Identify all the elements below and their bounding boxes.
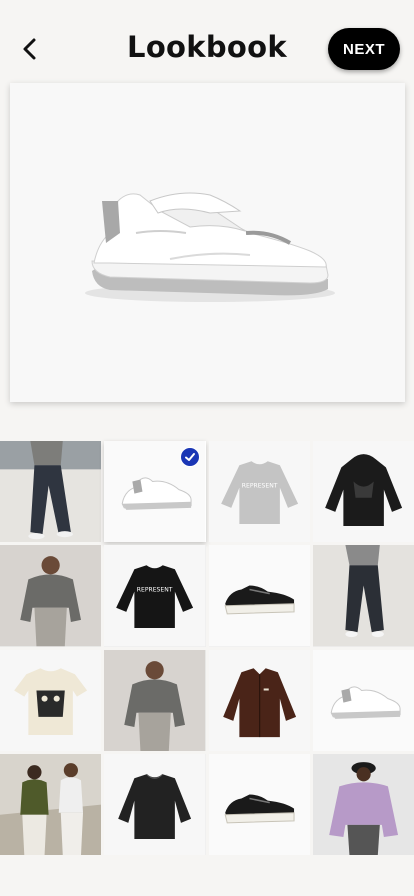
black-knit-sweater-image: [104, 753, 206, 855]
white-sneaker-image: [85, 192, 335, 302]
cream-graphic-tee-image: [0, 649, 102, 751]
black-sneaker-image: [208, 545, 310, 647]
grid-tile-person-jeans-photo[interactable]: [0, 441, 102, 543]
black-hoodie-image: [312, 441, 414, 543]
selected-item-preview: [10, 83, 405, 402]
person-jeans-photo-image: [0, 441, 102, 543]
svg-text:REPRESENT: REPRESENT: [137, 587, 173, 594]
grid-tile-person-grey-sweatshirt-photo[interactable]: [104, 649, 206, 751]
grid-tile-black-sneaker[interactable]: [208, 753, 310, 855]
black-sweater-image: REPRESENT: [104, 545, 206, 647]
lookbook-grid: REPRESENT REPRESENT: [0, 441, 414, 855]
grid-tile-black-hoodie[interactable]: [312, 441, 414, 543]
selected-check-icon: [179, 447, 200, 467]
brown-jacket-image: [208, 649, 310, 751]
grid-tile-brown-jacket[interactable]: [208, 649, 310, 751]
grid-tile-black-sneaker[interactable]: [208, 545, 310, 647]
chevron-left-icon: [23, 38, 36, 60]
grid-tile-white-sneaker[interactable]: [104, 441, 206, 543]
black-sneaker-image: [208, 753, 310, 855]
person-grey-sweatshirt-photo-image: [0, 545, 102, 647]
grid-tile-cream-graphic-tee[interactable]: [0, 649, 102, 751]
grid-tile-person-purple-jacket-photo[interactable]: [312, 753, 414, 855]
person-dark-jeans-photo-image: [312, 545, 414, 647]
grid-tile-black-sweater[interactable]: REPRESENT: [104, 545, 206, 647]
person-grey-sweatshirt-photo-image: [104, 649, 206, 751]
grid-tile-white-sneaker[interactable]: [312, 649, 414, 751]
header: Lookbook NEXT: [0, 0, 414, 88]
white-sneaker-image: [312, 649, 414, 751]
grid-tile-black-knit-sweater[interactable]: [104, 753, 206, 855]
back-button[interactable]: [16, 32, 44, 66]
grid-tile-person-dark-jeans-photo[interactable]: [312, 545, 414, 647]
grid-tile-two-people-photo[interactable]: [0, 753, 102, 855]
grid-tile-person-grey-sweatshirt-photo[interactable]: [0, 545, 102, 647]
next-button[interactable]: NEXT: [328, 28, 400, 70]
person-purple-jacket-photo-image: [312, 753, 414, 855]
grid-tile-grey-sweater[interactable]: REPRESENT: [208, 441, 310, 543]
two-people-photo-image: [0, 753, 102, 855]
svg-text:REPRESENT: REPRESENT: [241, 483, 277, 490]
grey-sweater-image: REPRESENT: [208, 441, 310, 543]
